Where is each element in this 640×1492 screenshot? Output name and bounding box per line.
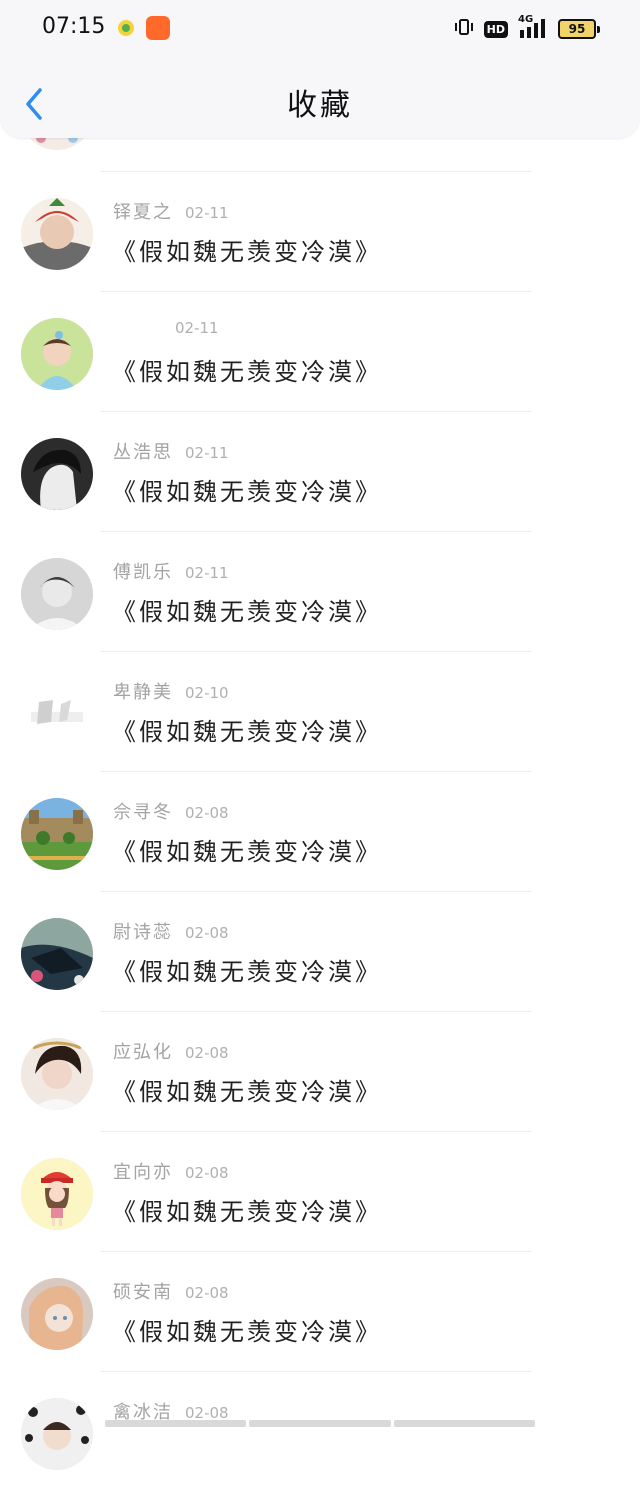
list-item[interactable]: 硕安南 02-08 《假如魏无羡变冷漠》 xyxy=(0,1252,640,1372)
list-item[interactable]: 禽冰洁 02-08 xyxy=(0,1372,640,1492)
list-item[interactable]: 佘寻冬 02-08 《假如魏无羡变冷漠》 xyxy=(0,772,640,892)
avatar[interactable] xyxy=(21,438,93,510)
signal-icon: 4G xyxy=(518,14,548,40)
date: 02-08 xyxy=(185,1164,229,1182)
list-item[interactable]: 傅凯乐 02-11 《假如魏无羡变冷漠》 xyxy=(0,532,640,652)
avatar[interactable] xyxy=(21,678,93,750)
list-item[interactable]: 02-11 《假如魏无羡变冷漠》 xyxy=(0,292,640,412)
avatar[interactable] xyxy=(21,1278,93,1350)
list-item[interactable]: 铎夏之 02-11 《假如魏无羡变冷漠》 xyxy=(0,172,640,292)
status-time: 07:15 xyxy=(42,14,106,39)
vibrate-icon xyxy=(454,17,474,41)
item-title[interactable]: 《假如魏无羡变冷漠》 xyxy=(112,832,382,867)
date: 02-11 xyxy=(175,319,219,337)
battery-level: 95 xyxy=(558,19,596,39)
date: 02-08 xyxy=(185,804,229,822)
avatar[interactable] xyxy=(21,1158,93,1230)
notification-app-icon xyxy=(116,18,136,38)
avatar[interactable] xyxy=(21,918,93,990)
date: 02-08 xyxy=(185,1284,229,1302)
item-title[interactable]: 《假如魏无羡变冷漠》 xyxy=(112,952,382,987)
item-title[interactable]: 《假如魏无羡变冷漠》 xyxy=(112,352,382,387)
username: 卑静美 xyxy=(113,682,173,703)
avatar[interactable] xyxy=(21,798,93,870)
username: 丛浩思 xyxy=(113,442,173,463)
avatar[interactable] xyxy=(21,318,93,390)
hd-badge: HD xyxy=(483,20,508,38)
date: 02-11 xyxy=(185,444,229,462)
item-title[interactable]: 《假如魏无羡变冷漠》 xyxy=(112,1312,382,1347)
list-item[interactable]: 卑静美 02-10 《假如魏无羡变冷漠》 xyxy=(0,652,640,772)
date: 02-11 xyxy=(185,564,229,582)
username: 佘寻冬 xyxy=(113,802,173,823)
username: 尉诗蕊 xyxy=(113,922,173,943)
date: 02-08 xyxy=(185,1044,229,1062)
username: 傅凯乐 xyxy=(113,562,173,583)
bottom-scroll-indicator xyxy=(105,1420,535,1427)
avatar[interactable] xyxy=(21,1038,93,1110)
item-title[interactable]: 《假如魏无羡变冷漠》 xyxy=(112,232,382,267)
item-title[interactable]: 《假如魏无羡变冷漠》 xyxy=(112,592,382,627)
item-title[interactable]: 《假如魏无羡变冷漠》 xyxy=(112,712,382,747)
date: 02-11 xyxy=(185,204,229,222)
list-item[interactable]: 尉诗蕊 02-08 《假如魏无羡变冷漠》 xyxy=(0,892,640,1012)
item-title[interactable]: 《假如魏无羡变冷漠》 xyxy=(112,1192,382,1227)
avatar[interactable] xyxy=(21,558,93,630)
avatar[interactable] xyxy=(21,198,93,270)
list-item[interactable]: 丛浩思 02-11 《假如魏无羡变冷漠》 xyxy=(0,412,640,532)
notification-app-icon xyxy=(146,16,170,40)
item-title[interactable]: 《假如魏无羡变冷漠》 xyxy=(112,472,382,507)
list-item[interactable]: 宜向亦 02-08 《假如魏无羡变冷漠》 xyxy=(0,1132,640,1252)
network-type: 4G xyxy=(518,14,534,25)
page-title: 收藏 xyxy=(287,88,353,123)
favorites-list[interactable]: 铎夏之 02-11 《假如魏无羡变冷漠》 02-11 《假如魏无羡变冷漠》 丛浩思… xyxy=(0,52,640,1492)
avatar[interactable] xyxy=(21,1398,93,1470)
username: 铎夏之 xyxy=(113,202,173,223)
username: 宜向亦 xyxy=(113,1162,173,1183)
status-indicators: HD 4G 95 xyxy=(454,14,600,42)
list-item[interactable]: 应弘化 02-08 《假如魏无羡变冷漠》 xyxy=(0,1012,640,1132)
date: 02-10 xyxy=(185,684,229,702)
item-title[interactable]: 《假如魏无羡变冷漠》 xyxy=(112,1072,382,1107)
status-bar: 07:15 HD 4G 95 xyxy=(0,0,640,60)
battery-icon: 95 xyxy=(558,19,600,39)
date: 02-08 xyxy=(185,924,229,942)
username: 应弘化 xyxy=(113,1042,173,1063)
username: 硕安南 xyxy=(113,1282,173,1303)
